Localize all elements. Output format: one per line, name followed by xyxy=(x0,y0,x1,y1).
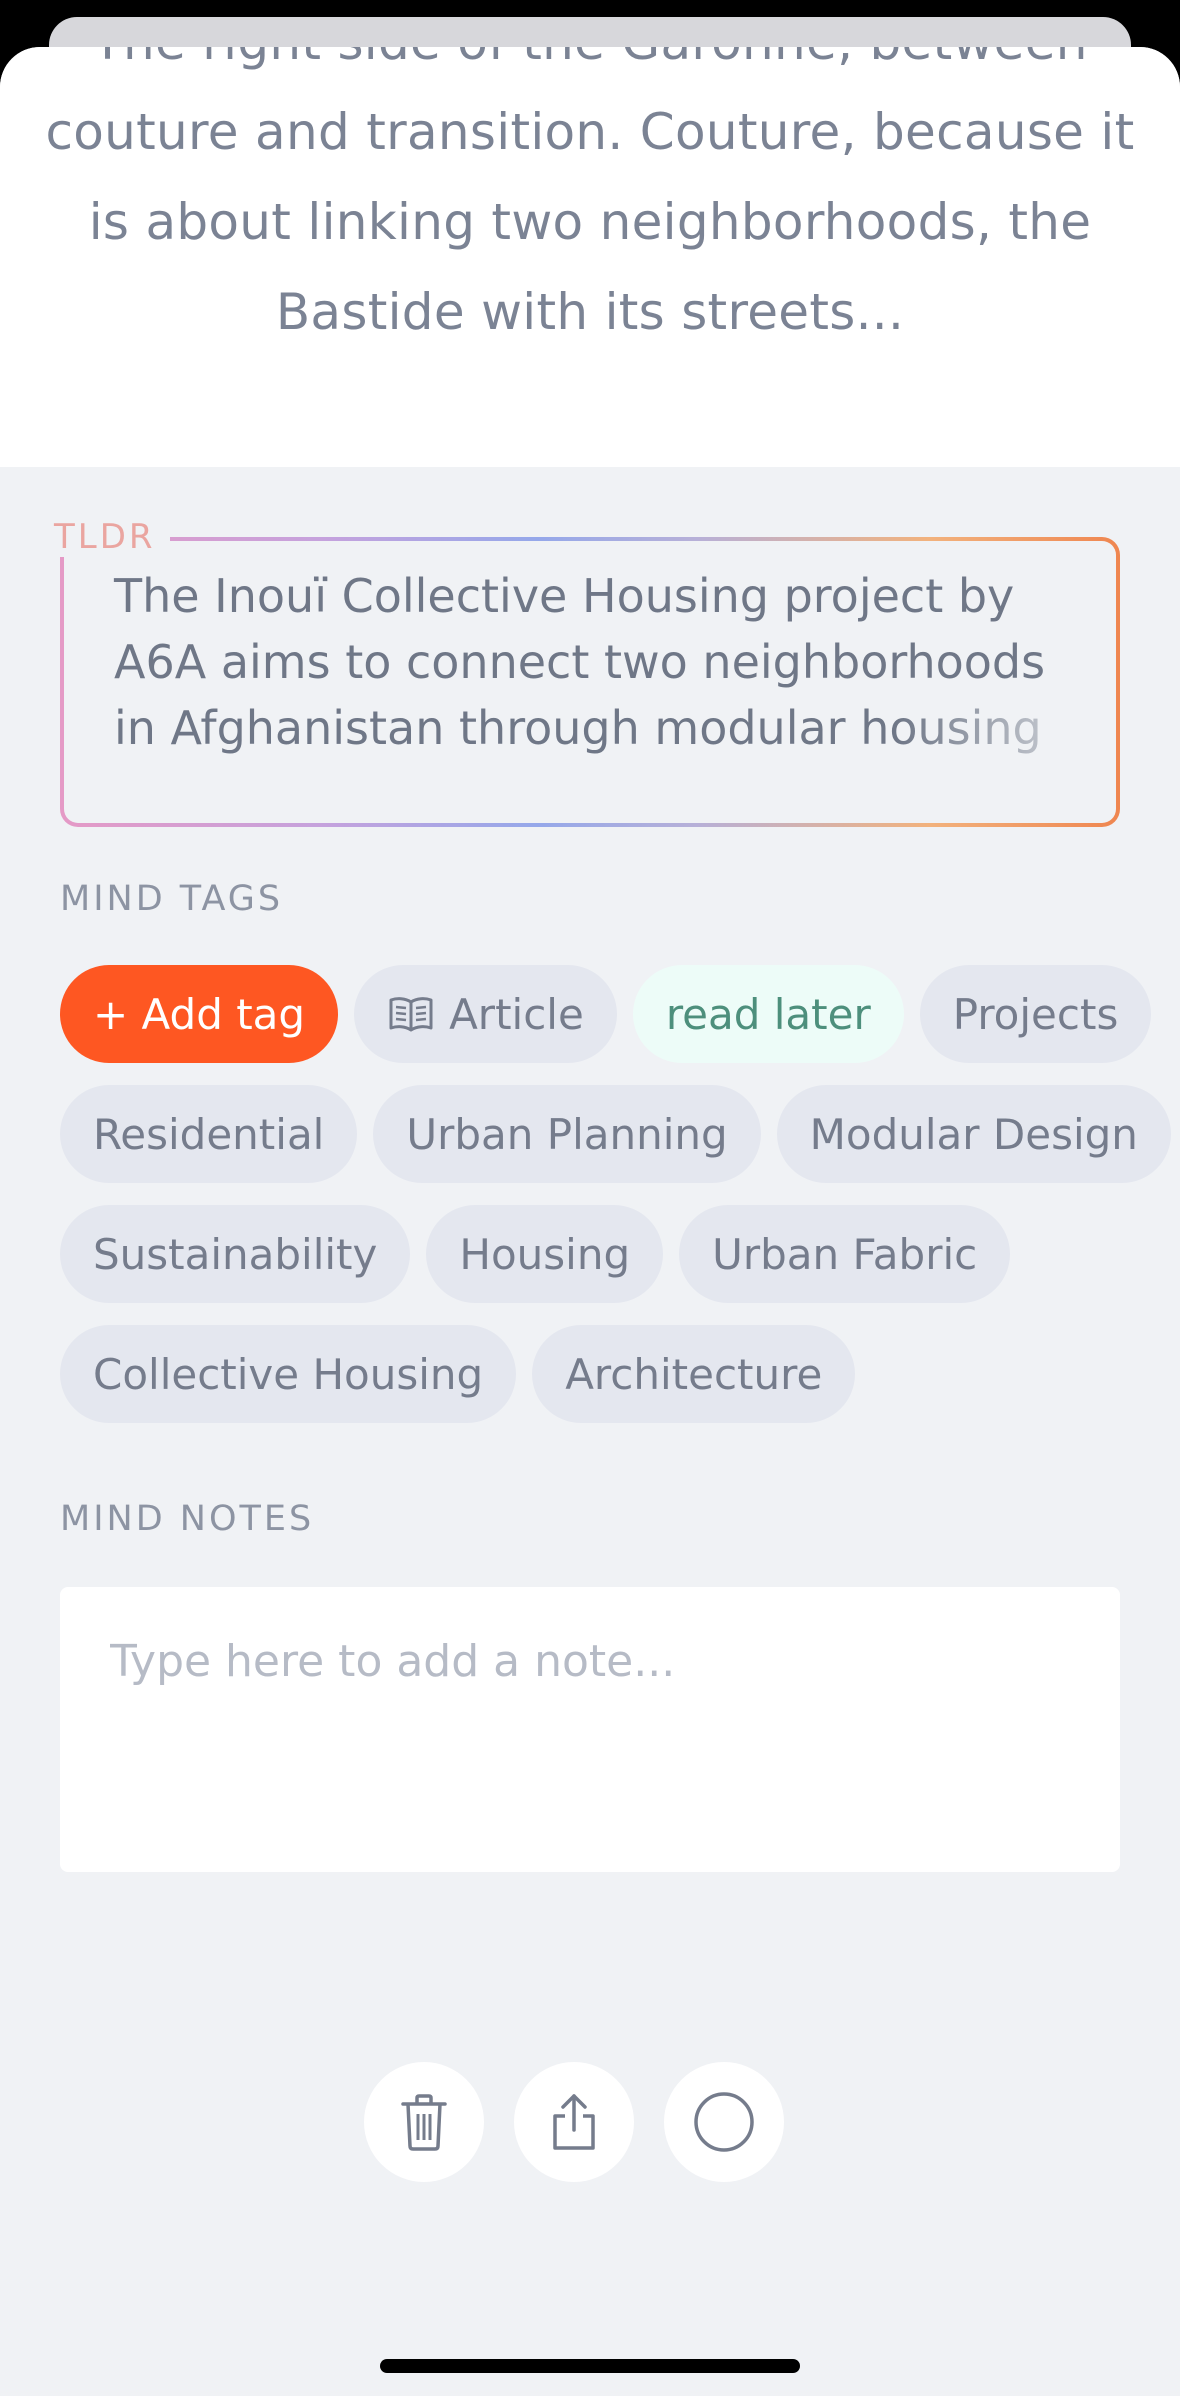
tag-projects[interactable]: Projects xyxy=(919,965,1152,1063)
excerpt-card: The right side of the Garonne, between c… xyxy=(0,47,1180,467)
note-input[interactable] xyxy=(108,1635,1072,1688)
tag-residential[interactable]: Residential xyxy=(60,1085,358,1183)
tag-label: Article xyxy=(449,989,584,1039)
tag-read-later[interactable]: read later xyxy=(632,965,904,1063)
tag-urban-fabric[interactable]: Urban Fabric xyxy=(679,1205,1011,1303)
tag-article[interactable]: Article xyxy=(354,965,617,1063)
complete-button[interactable] xyxy=(664,2062,784,2182)
tag-sustainability[interactable]: Sustainability xyxy=(60,1205,411,1303)
tag-row: Residential Urban Planning Modular Desig… xyxy=(60,1085,1171,1183)
delete-button[interactable] xyxy=(364,2062,484,2182)
book-icon xyxy=(389,997,433,1032)
tldr-box: The Inouï Collective Housing project by … xyxy=(60,537,1120,827)
add-tag-button[interactable]: + Add tag xyxy=(60,965,339,1063)
trash-icon xyxy=(401,2094,447,2151)
tag-urban-planning[interactable]: Urban Planning xyxy=(373,1085,761,1183)
tag-row: Collective Housing Architecture xyxy=(60,1325,1140,1423)
notes-box xyxy=(60,1587,1120,1872)
tag-row: Sustainability Housing Urban Fabric xyxy=(60,1205,1140,1303)
tldr-inner: The Inouï Collective Housing project by … xyxy=(64,541,1116,823)
excerpt-text: The right side of the Garonne, between c… xyxy=(45,47,1135,341)
mind-tags-label: MIND TAGS xyxy=(60,879,284,919)
tldr-label: TLDR xyxy=(54,517,170,557)
tldr-summary: The Inouï Collective Housing project by … xyxy=(114,569,1046,755)
tag-modular-design[interactable]: Modular Design xyxy=(776,1085,1171,1183)
home-indicator[interactable] xyxy=(380,2359,800,2373)
share-button[interactable] xyxy=(514,2062,634,2182)
tag-row: + Add tag Article read later Projects xyxy=(60,965,1152,1063)
tag-list: + Add tag Article read later Projects Re… xyxy=(60,965,1171,1445)
action-bar xyxy=(364,2062,784,2182)
circle-icon xyxy=(694,2092,754,2152)
tag-collective-housing[interactable]: Collective Housing xyxy=(60,1325,517,1423)
share-icon xyxy=(553,2094,595,2150)
tag-architecture[interactable]: Architecture xyxy=(532,1325,856,1423)
tag-housing[interactable]: Housing xyxy=(426,1205,664,1303)
item-detail-sheet: The right side of the Garonne, between c… xyxy=(0,47,1180,2396)
mind-notes-label: MIND NOTES xyxy=(60,1499,315,1539)
